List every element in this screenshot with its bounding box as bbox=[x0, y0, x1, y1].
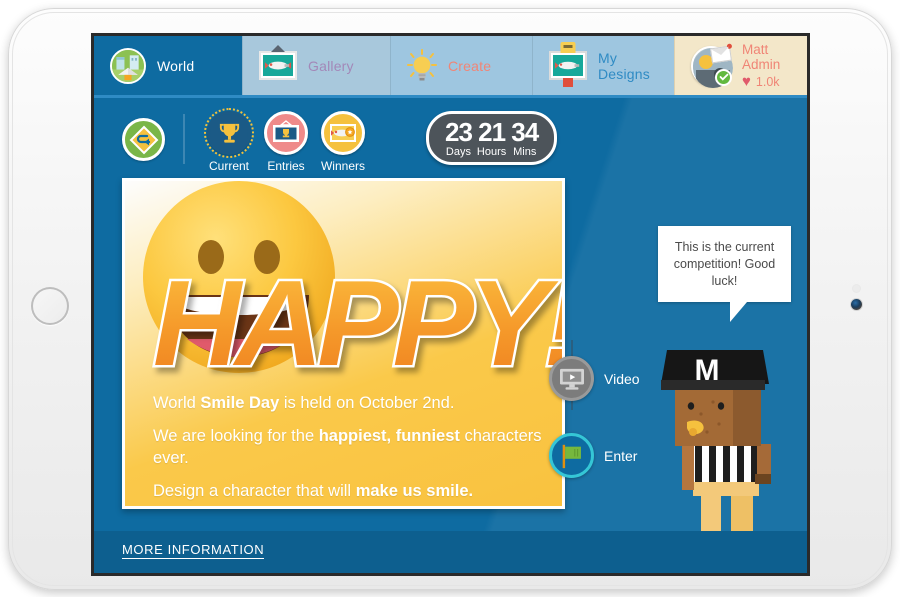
more-information-link[interactable]: MORE INFORMATION bbox=[122, 542, 265, 559]
banner-line-1: World Smile Day is held on October 2nd. bbox=[153, 393, 544, 415]
winners-medal-icon bbox=[321, 111, 365, 155]
toolbar-item-current[interactable]: Current bbox=[198, 108, 260, 173]
banner-line-2: We are looking for the happiest, funnies… bbox=[153, 426, 544, 470]
user-avatar-icon bbox=[691, 42, 733, 88]
banner-line-1-pre: World bbox=[153, 394, 201, 412]
banner-headline: HAPPY! bbox=[147, 253, 565, 394]
countdown-unit-hours: 21 Hours bbox=[477, 119, 506, 158]
lightbulb-icon bbox=[407, 48, 437, 83]
video-button[interactable]: Video bbox=[549, 356, 640, 401]
main-navigation-bar: World Gallery Create My Designs Matt Adm… bbox=[94, 36, 807, 98]
svg-text:HAPPY!: HAPPY! bbox=[153, 255, 565, 391]
enter-button[interactable]: Enter bbox=[549, 433, 640, 478]
account-name: Matt Admin bbox=[742, 42, 781, 72]
account-likes: ♥ 1.0k bbox=[742, 74, 791, 89]
toolbar-item-entries[interactable]: Entries bbox=[255, 111, 317, 173]
app-screen: World Gallery Create My Designs Matt Adm… bbox=[94, 36, 807, 573]
side-action-buttons: Video Enter bbox=[549, 340, 640, 510]
back-button[interactable] bbox=[122, 118, 165, 161]
enter-button-label: Enter bbox=[604, 447, 638, 464]
banner-line-3-bold: make us smile. bbox=[355, 481, 474, 500]
countdown-unit-mins: 34 Mins bbox=[511, 117, 539, 158]
banner-line-1-post: is held on October 2nd. bbox=[279, 394, 455, 412]
home-button[interactable] bbox=[31, 287, 69, 325]
video-button-label: Video bbox=[604, 370, 640, 387]
speech-bubble: This is the current competition! Good lu… bbox=[658, 226, 791, 322]
svg-text:M: M bbox=[695, 354, 720, 387]
countdown-mins-label: Mins bbox=[513, 146, 537, 158]
likes-count: 1.0k bbox=[755, 74, 780, 89]
nav-tab-world-label: World bbox=[157, 57, 195, 74]
countdown-days-value: 23 bbox=[445, 117, 473, 147]
trophy-icon bbox=[204, 108, 254, 158]
banner-line-1-bold: Smile Day bbox=[200, 394, 280, 412]
countdown-mins-value: 34 bbox=[511, 117, 539, 147]
toolbar-item-entries-label: Entries bbox=[267, 159, 305, 173]
green-flag-icon bbox=[549, 433, 594, 478]
countdown-timer: 23 Days 21 Hours 34 Mins bbox=[426, 111, 558, 165]
ambient-sensor-icon bbox=[853, 285, 860, 292]
nav-tab-create-label: Create bbox=[448, 57, 492, 74]
toolbar-item-winners[interactable]: Winners bbox=[312, 111, 374, 173]
banner-line-3: Design a character that will make us smi… bbox=[153, 481, 544, 503]
front-camera-icon bbox=[851, 299, 862, 310]
competition-toolbar: Current Entries Winners 23 Days 21 Hours… bbox=[94, 98, 807, 183]
online-check-icon bbox=[715, 68, 732, 86]
robot-frame-icon bbox=[549, 42, 587, 87]
back-arrow-icon bbox=[129, 125, 158, 154]
tablet-device-frame: World Gallery Create My Designs Matt Adm… bbox=[8, 8, 892, 590]
countdown-days-label: Days bbox=[445, 146, 471, 158]
nav-tab-my-designs[interactable]: My Designs bbox=[532, 36, 674, 95]
banner-line-3-pre: Design a character that will bbox=[153, 481, 356, 500]
video-play-icon bbox=[549, 356, 594, 401]
countdown-unit-days: 23 Days bbox=[445, 117, 473, 158]
countdown-hours-value: 21 bbox=[478, 117, 506, 147]
banner-line-2-bold: happiest, funniest bbox=[318, 426, 460, 445]
competition-banner[interactable]: HAPPY! World Smile Day is held on Octobe… bbox=[122, 178, 565, 509]
heart-icon: ♥ bbox=[742, 73, 751, 90]
nav-tab-create[interactable]: Create bbox=[390, 36, 532, 95]
world-globe-icon bbox=[110, 47, 146, 84]
toolbar-item-current-label: Current bbox=[208, 159, 249, 173]
nav-tab-world[interactable]: World bbox=[94, 36, 242, 95]
mail-notification-icon bbox=[710, 42, 733, 63]
toolbar-divider bbox=[183, 114, 185, 164]
speech-bubble-text: This is the current competition! Good lu… bbox=[673, 240, 776, 288]
countdown-hours-label: Hours bbox=[476, 146, 507, 158]
referee-character-avatar: M bbox=[649, 336, 799, 561]
screen-footer: MORE INFORMATION bbox=[94, 531, 807, 573]
nav-tab-gallery-label: Gallery bbox=[308, 57, 354, 74]
banner-line-2-pre: We are looking for the bbox=[153, 426, 319, 445]
entries-frame-icon bbox=[264, 111, 308, 155]
nav-tab-my-designs-label: My Designs bbox=[598, 49, 650, 82]
nav-tab-account[interactable]: Matt Admin ♥ 1.0k bbox=[674, 36, 807, 95]
nav-tab-gallery[interactable]: Gallery bbox=[242, 36, 390, 95]
banner-description: World Smile Day is held on October 2nd. … bbox=[153, 393, 544, 506]
toolbar-item-winners-label: Winners bbox=[320, 159, 365, 173]
picture-frame-icon bbox=[259, 45, 297, 80]
